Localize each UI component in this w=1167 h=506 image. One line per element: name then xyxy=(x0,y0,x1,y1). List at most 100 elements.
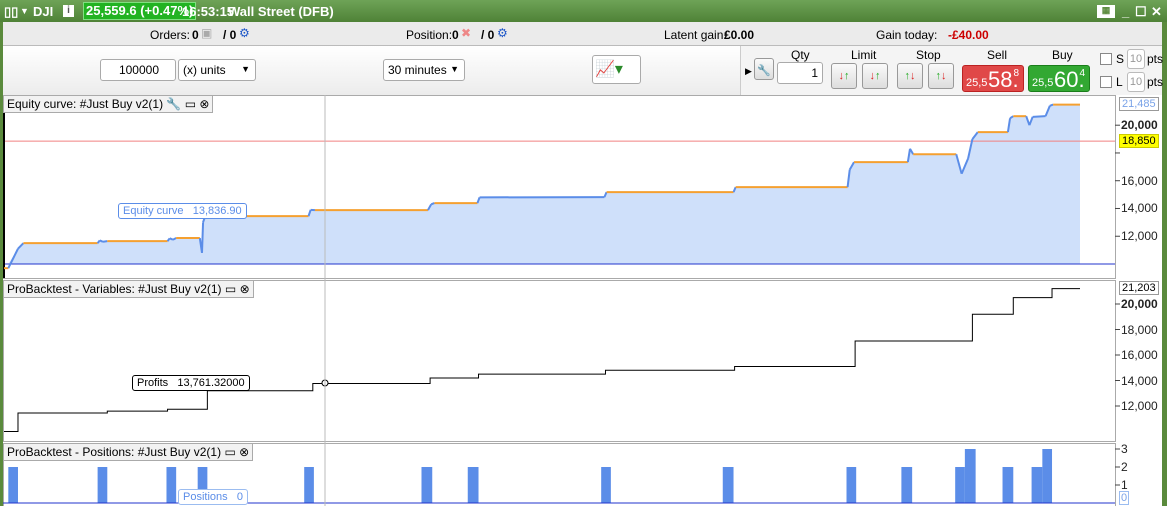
sell-button[interactable]: 25,5 58. 8 xyxy=(962,65,1024,92)
window-icon[interactable]: ▭ xyxy=(185,97,196,111)
variables-panel-title: ProBacktest - Variables: #Just Buy v2(1)… xyxy=(3,280,254,298)
stop-sell-icon[interactable]: ↑↓ xyxy=(928,63,954,89)
equity-segment xyxy=(102,240,108,243)
orders-label: Orders: xyxy=(150,28,191,42)
status-bar: Orders: 0 ▣ / 0 ⚙ Position: 0 ✖ / 0 ⚙ La… xyxy=(3,22,1162,46)
market-name: Wall Street (DFB) xyxy=(228,4,334,19)
position-bar xyxy=(166,467,177,503)
cancel-orders-icon[interactable]: ▣ xyxy=(201,26,212,40)
position-bar xyxy=(467,467,479,503)
position-bar xyxy=(601,467,611,503)
equity-last-value-tag: 21,485 xyxy=(1119,97,1159,111)
equity-axis-tick: 12,000 xyxy=(1121,229,1158,244)
orders-count: 0 xyxy=(192,28,199,42)
position-settings-icon[interactable]: ⚙ xyxy=(497,26,508,40)
position-bar xyxy=(964,449,976,503)
limit-pts-label: pts xyxy=(1147,75,1164,89)
equity-segment xyxy=(430,202,435,206)
equity-segment xyxy=(169,237,174,241)
equity-tooltip-label: Equity curve xyxy=(123,205,184,217)
order-toolbar: 100000 (x) units 30 minutes 📈▾ ▶ 🔧 Qty 1… xyxy=(3,46,1164,95)
buy-pip: 4 xyxy=(1079,68,1085,79)
close-positions-icon[interactable]: ✖ xyxy=(461,26,471,40)
equity-segment xyxy=(200,222,205,253)
candlestick-icon[interactable]: ▯▯ xyxy=(4,4,18,20)
variables-axis-tick: 14,000 xyxy=(1121,373,1158,388)
keyboard-icon[interactable]: ▦ xyxy=(1097,5,1115,18)
equity-tooltip-value: 13,836.90 xyxy=(192,205,242,217)
orders-settings-icon[interactable]: ⚙ xyxy=(239,26,250,40)
qty-input[interactable]: 1 xyxy=(777,62,823,84)
close-panel-icon[interactable]: ⊗ xyxy=(199,97,209,111)
positions-panel-title: ProBacktest - Positions: #Just Buy v2(1)… xyxy=(3,443,254,461)
position-bar xyxy=(722,467,734,503)
stop-checkbox[interactable] xyxy=(1100,53,1112,65)
price-badge: 25,559.6 (+0.47%) xyxy=(83,2,197,20)
position-bar xyxy=(97,467,108,503)
orders-total: / 0 xyxy=(223,28,237,42)
position-bar xyxy=(421,467,433,503)
title-bar: ▯▯ ▼ DJI i 25,559.6 (+0.47%) 16:53:15 Wa… xyxy=(0,0,1167,22)
limit-buy-icon[interactable]: ↓↑ xyxy=(831,63,857,89)
qty-label: Qty xyxy=(791,48,810,62)
equity-title-text: Equity curve: #Just Buy v2(1) xyxy=(7,97,164,111)
buy-button[interactable]: 25,5 60. 4 xyxy=(1028,65,1090,92)
variables-panel xyxy=(3,280,1116,442)
window-icon[interactable]: ▭ xyxy=(225,282,236,296)
position-label: Position: xyxy=(406,28,453,42)
positions-tooltip-label: Positions xyxy=(183,491,228,503)
positions-tooltip: Positions 0 xyxy=(178,489,248,505)
unit-select[interactable]: (x) units xyxy=(178,59,256,81)
equity-axis-tick: 20,000 xyxy=(1121,118,1158,133)
close-panel-icon[interactable]: ⊗ xyxy=(239,445,249,459)
amount-input[interactable]: 100000 xyxy=(100,59,176,81)
horizontal-line-tag[interactable]: 18,850 xyxy=(1119,134,1159,148)
positions-axis-tick: 1 xyxy=(1121,478,1128,492)
profits-tooltip: Profits 13,761.32000 xyxy=(132,375,250,391)
variables-axis-tick: 18,000 xyxy=(1121,322,1158,337)
variables-title-text: ProBacktest - Variables: #Just Buy v2(1) xyxy=(7,282,222,296)
position-bar xyxy=(1042,449,1053,503)
buy-label: Buy xyxy=(1052,48,1073,62)
timeframe-select[interactable]: 30 minutes xyxy=(383,59,465,81)
info-icon[interactable]: i xyxy=(63,5,74,17)
equity-tooltip: Equity curve 13,836.90 xyxy=(118,203,247,219)
equity-segment xyxy=(1032,115,1046,118)
stop-pts-input[interactable]: 10 xyxy=(1127,49,1145,69)
position-bar xyxy=(955,467,965,503)
position-count: 0 xyxy=(452,28,459,42)
equity-segment xyxy=(99,239,104,243)
stop-buy-icon[interactable]: ↑↓ xyxy=(897,63,923,89)
limit-checkbox[interactable] xyxy=(1100,76,1112,88)
variables-axis-tick: 12,000 xyxy=(1121,399,1158,413)
positions-last-value-tag: 0 xyxy=(1119,491,1130,505)
wrench-icon[interactable]: 🔧 xyxy=(166,97,181,111)
order-ticket: ▶ 🔧 Qty 1 Limit ↓↑ ↓↑ Stop ↑↓ ↑↓ Sell Bu… xyxy=(740,46,1162,95)
window-icon[interactable]: ▭ xyxy=(224,445,235,459)
right-border xyxy=(1162,22,1167,506)
close-panel-icon[interactable]: ⊗ xyxy=(240,282,250,296)
expand-arrow-icon[interactable]: ▶ xyxy=(745,66,752,77)
stop-label: Stop xyxy=(916,48,941,62)
chevron-down-icon[interactable]: ▼ xyxy=(20,6,29,16)
position-total: / 0 xyxy=(481,28,495,42)
position-bar xyxy=(304,467,314,503)
wrench-icon[interactable]: 🔧 xyxy=(754,58,774,80)
minimize-button[interactable]: _ xyxy=(1122,4,1129,19)
limit-pts-input[interactable]: 10 xyxy=(1127,72,1145,92)
indicators-icon[interactable]: 📈▾ xyxy=(592,55,641,84)
sell-pip: 8 xyxy=(1013,68,1019,79)
latent-gain-label: Latent gain: xyxy=(664,28,727,42)
equity-axis-tick: 14,000 xyxy=(1121,201,1158,216)
positions-axis-tick: 2 xyxy=(1121,460,1128,474)
close-button[interactable]: ✕ xyxy=(1151,4,1162,20)
stop-checkbox-label: S xyxy=(1116,52,1125,66)
limit-sell-icon[interactable]: ↓↑ xyxy=(862,63,888,89)
variables-axis-tick: 16,000 xyxy=(1121,348,1158,362)
position-bar xyxy=(846,467,857,503)
profits-tooltip-label: Profits xyxy=(137,377,169,389)
gain-today-label: Gain today: xyxy=(876,28,938,42)
symbol[interactable]: DJI xyxy=(33,4,53,19)
maximize-button[interactable]: ☐ xyxy=(1135,4,1147,20)
limit-checkbox-label: L xyxy=(1116,75,1123,89)
